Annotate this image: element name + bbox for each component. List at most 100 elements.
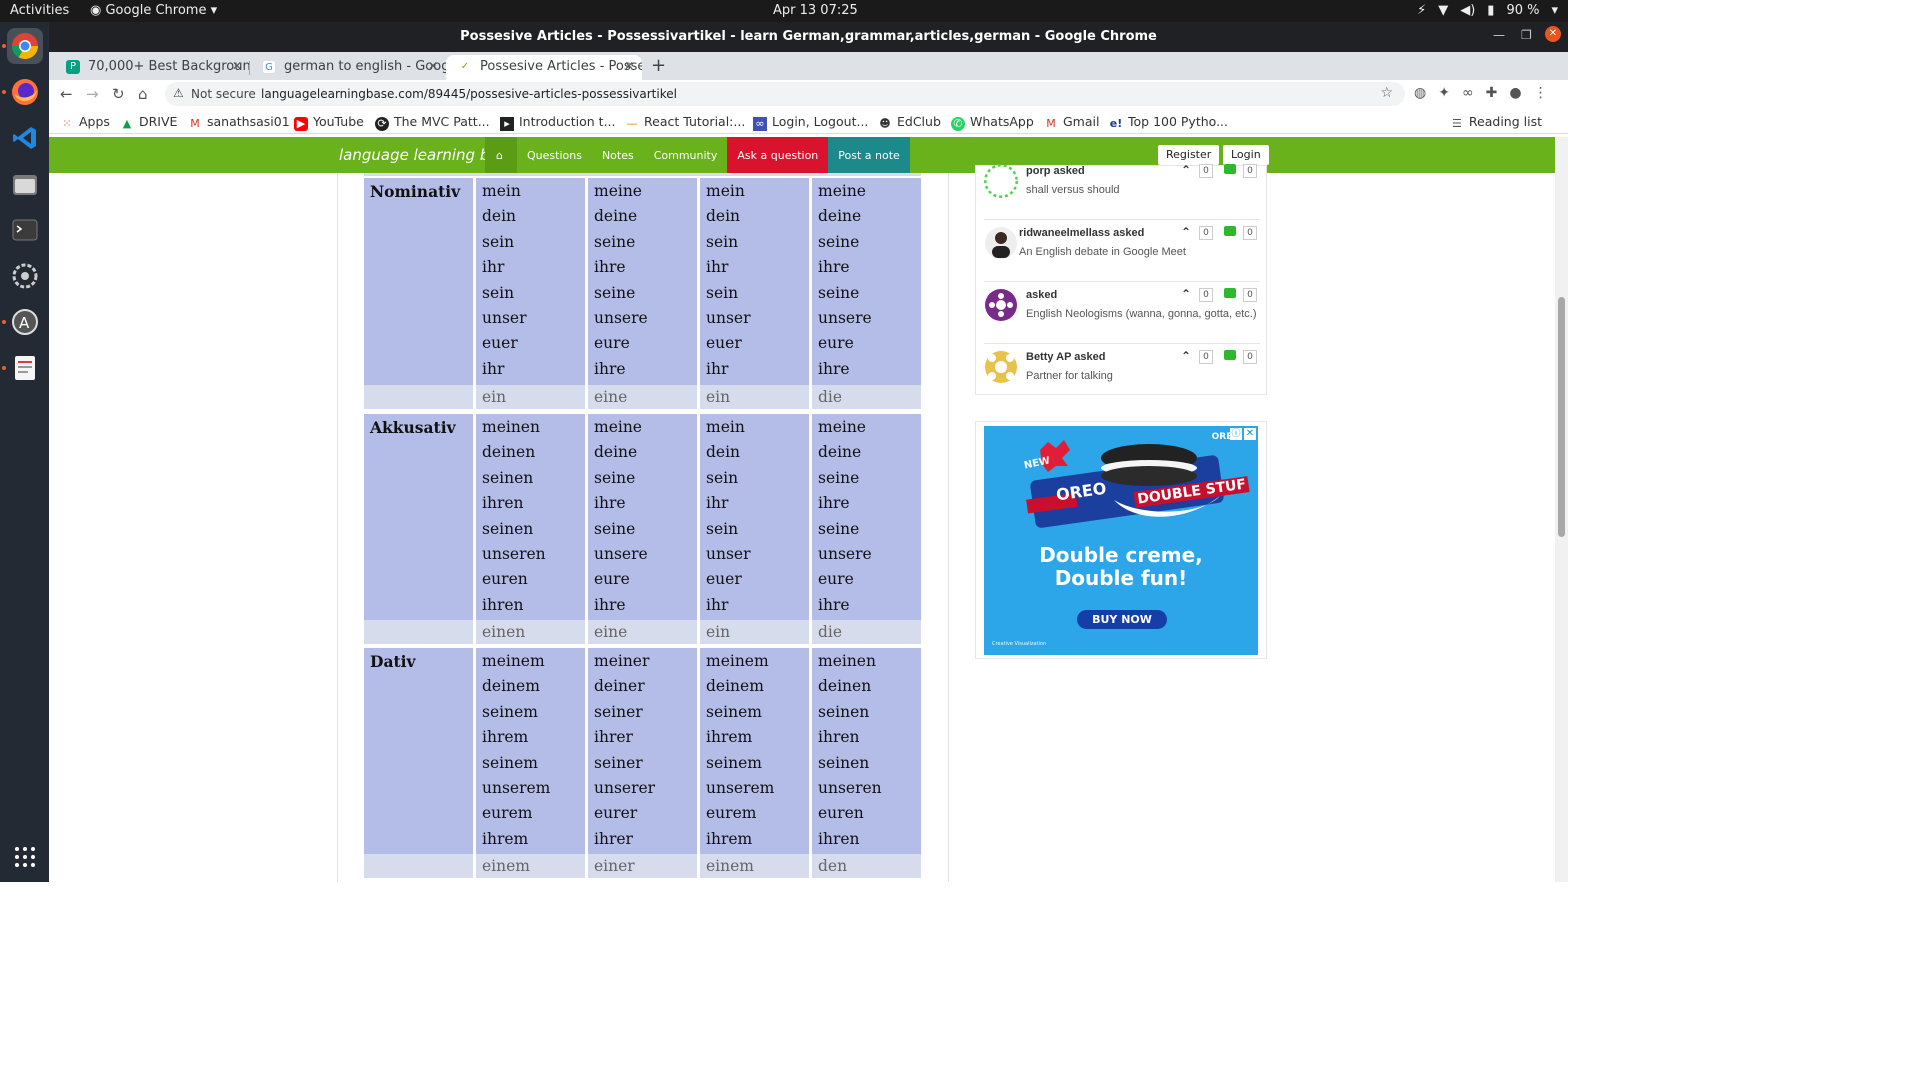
tab-google-translate[interactable]: G german to english - Goog ✕	[250, 55, 446, 80]
question-asker[interactable]: porp asked	[1026, 165, 1085, 177]
tab-label: Possesive Articles - Posse	[480, 59, 642, 74]
profile-icon[interactable]: ●	[1509, 85, 1521, 101]
omnibox[interactable]: ⚠ Not secure languagelearningbase.com/89…	[165, 82, 1405, 106]
declension-form: ihrem	[706, 829, 753, 848]
question-item[interactable]: asked English Neologisms (wanna, gonna, …	[976, 282, 1268, 344]
maximize-icon[interactable]: ❐	[1521, 28, 1532, 42]
bookmark-python[interactable]: e! Top 100 Pytho...	[1109, 114, 1228, 131]
declension-form: seiner	[594, 753, 643, 772]
nav-notes[interactable]: Notes	[592, 137, 644, 173]
url-text[interactable]: languagelearningbase.com/89445/possesive…	[261, 87, 677, 101]
tab-backgrounds[interactable]: P 70,000+ Best Background ✕	[54, 55, 250, 80]
declension-form: meine	[594, 182, 642, 200]
question-asker[interactable]: ridwaneelmellass asked	[1019, 227, 1144, 239]
security-label[interactable]: Not secure	[191, 87, 256, 101]
bookmark-react[interactable]: — React Tutorial:...	[625, 114, 746, 131]
minimize-icon[interactable]: —	[1493, 28, 1505, 42]
close-window-icon[interactable]: ✕	[1545, 26, 1561, 42]
firefox-icon[interactable]	[7, 74, 43, 110]
app-menu[interactable]: ◉ Google Chrome ▾	[90, 3, 217, 18]
nav-ask-question[interactable]: Ask a question	[727, 137, 829, 173]
article-cell: einem	[700, 854, 809, 878]
declension-form: ihren	[818, 728, 860, 747]
bookmark-gmail-account[interactable]: Msanathsasi01	[188, 114, 289, 131]
upvote-icon[interactable]: ⌃	[1181, 349, 1191, 363]
bookmark-apps[interactable]: ⁙ Apps	[60, 114, 110, 131]
network-icon: ⚡	[1417, 3, 1427, 18]
declension-form: ihr	[706, 258, 729, 277]
home-icon[interactable]: ⌂	[485, 137, 517, 173]
bookmark-star-icon[interactable]: ☆	[1380, 85, 1393, 101]
extension-icon[interactable]: ◍	[1414, 85, 1426, 101]
reload-icon[interactable]: ↻	[112, 85, 125, 103]
forward-icon[interactable]: →	[86, 85, 99, 103]
upvote-icon[interactable]: ⌃	[1181, 163, 1191, 177]
home-icon[interactable]: ⌂	[138, 85, 148, 103]
question-asker[interactable]: asked	[1026, 289, 1057, 301]
files-icon[interactable]	[7, 166, 43, 202]
software-center-icon[interactable]: A	[7, 304, 43, 340]
activities-button[interactable]: Activities	[10, 3, 69, 18]
settings-icon[interactable]	[7, 258, 43, 294]
declension-form: deinen	[482, 443, 536, 462]
question-title[interactable]: shall versus should	[1026, 184, 1120, 196]
bookmark-mvc[interactable]: ⟳ The MVC Patt...	[375, 114, 490, 131]
question-asker[interactable]: Betty AP asked	[1026, 351, 1105, 363]
extension-icon[interactable]: ∞	[1462, 85, 1474, 101]
close-tab-icon[interactable]: ✕	[232, 59, 242, 73]
question-title[interactable]: English Neologisms (wanna, gonna, gotta,…	[1026, 308, 1257, 320]
warning-icon[interactable]: ⚠	[173, 86, 184, 100]
scrollbar-thumb[interactable]	[1558, 297, 1565, 537]
menu-icon[interactable]: ⋮	[1534, 85, 1548, 101]
nav-community[interactable]: Community	[644, 137, 728, 173]
bookmark-introduction[interactable]: ▸ Introduction t...	[500, 114, 616, 131]
page-scrollbar[interactable]	[1555, 137, 1568, 882]
question-item[interactable]: Betty AP asked Partner for talking ⌃ 0 0	[976, 344, 1268, 406]
back-icon[interactable]: ←	[60, 85, 73, 103]
chrome-icon[interactable]	[7, 28, 43, 64]
puzzle-icon[interactable]: ✚	[1486, 85, 1498, 101]
declension-form: ihre	[818, 494, 850, 513]
declension-form: ihr	[482, 359, 505, 378]
bookmark-login[interactable]: ∞ Login, Logout...	[753, 114, 868, 131]
vscode-icon[interactable]	[7, 120, 43, 156]
tab-possessive-articles[interactable]: ✓ Possesive Articles - Posse ✕	[446, 55, 642, 80]
reading-list[interactable]: ☰ Reading list	[1450, 114, 1542, 131]
oreo-ad[interactable]: NEW OREO DOUBLE STUF OREO Double creme, …	[984, 426, 1258, 655]
declension-form: dein	[706, 443, 741, 462]
clock[interactable]: Apr 13 07:25	[773, 3, 858, 18]
nav-questions[interactable]: Questions	[517, 137, 592, 173]
close-tab-icon[interactable]: ✕	[428, 59, 438, 73]
question-item[interactable]: ridwaneelmellass asked An English debate…	[976, 220, 1268, 282]
article-cell: eine	[588, 385, 697, 409]
answers-icon	[1224, 164, 1236, 174]
declension-form: meinen	[482, 418, 540, 436]
show-applications-icon[interactable]	[7, 839, 43, 875]
declension-cell: meinem deinem seinem ihrem seinem unserem eure…	[476, 648, 585, 856]
declension-form: seiner	[594, 702, 643, 721]
bookmark-edclub[interactable]: ☻ EdClub	[878, 114, 941, 131]
buy-now-button[interactable]: BUY NOW	[1077, 610, 1167, 629]
ad-headline-line: Double creme,	[1039, 543, 1203, 567]
tab-label: german to english - Goog	[284, 59, 446, 74]
article-form: ein	[706, 623, 731, 641]
question-title[interactable]: An English debate in Google Meet	[1019, 246, 1186, 258]
bookmark-drive[interactable]: ▲ DRIVE	[120, 114, 178, 131]
bookmark-gmail[interactable]: M Gmail	[1044, 114, 1099, 131]
ad-info-icon[interactable]: ⓘ	[1230, 428, 1242, 440]
extension-icon[interactable]: ✦	[1438, 85, 1450, 101]
text-editor-icon[interactable]	[7, 350, 43, 386]
question-item[interactable]: porp asked shall versus should ⌃ 0 0	[976, 158, 1268, 220]
nav-post-note[interactable]: Post a note	[828, 137, 910, 173]
ad-close-icon[interactable]: ✕	[1244, 428, 1256, 440]
declension-form: deinen	[818, 677, 872, 696]
bookmark-youtube[interactable]: ▶ YouTube	[294, 114, 364, 131]
question-title[interactable]: Partner for talking	[1026, 370, 1113, 382]
bookmark-whatsapp[interactable]: ✆ WhatsApp	[951, 114, 1034, 131]
upvote-icon[interactable]: ⌃	[1181, 287, 1191, 301]
new-tab-button[interactable]: +	[651, 55, 666, 76]
upvote-icon[interactable]: ⌃	[1181, 225, 1191, 239]
terminal-icon[interactable]	[7, 212, 43, 248]
close-tab-icon[interactable]: ✕	[624, 59, 634, 73]
system-tray[interactable]: ⚡ ▼ ◀) ▮ 90 % ▾	[1417, 3, 1558, 18]
